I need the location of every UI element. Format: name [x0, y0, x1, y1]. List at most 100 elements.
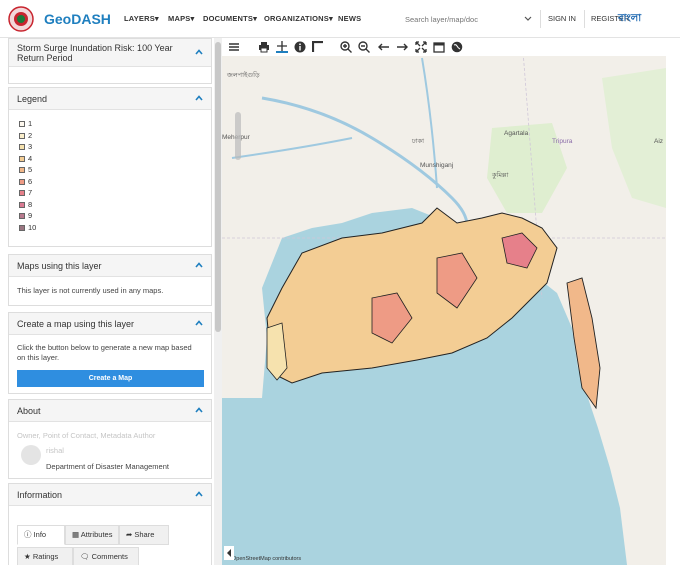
sign-in-link[interactable]: SIGN IN [548, 14, 576, 23]
legend-swatch [19, 178, 25, 185]
legend-swatch [19, 224, 25, 231]
chevron-up-icon[interactable] [195, 491, 203, 497]
map-label-dhaka: ঢাকা [412, 138, 424, 145]
chevron-up-icon[interactable] [195, 262, 203, 268]
legend-swatch [19, 190, 25, 197]
information-title: Information [17, 490, 63, 500]
inundation-zone[interactable] [266, 207, 558, 384]
tab-comments[interactable]: 🗨 Comments [73, 547, 139, 565]
panel-header[interactable]: Maps using this layer [9, 255, 211, 277]
language-toggle[interactable]: বাংলা [618, 11, 641, 28]
legend-item: 4 [19, 154, 32, 163]
divider [540, 10, 541, 28]
nav-news[interactable]: NEWS [338, 14, 361, 23]
tab-label: Info [33, 530, 47, 539]
zoom-out-icon[interactable] [358, 41, 370, 53]
layer-sidebar: Storm Surge Inundation Risk: 100 Year Re… [0, 38, 214, 565]
tab-attributes[interactable]: ▦ Attributes [65, 525, 119, 545]
map-attribution[interactable]: OpenStreetMap contributors [232, 556, 301, 562]
legend-title: Legend [17, 94, 48, 104]
collapse-sidebar-icon[interactable] [224, 546, 234, 560]
create-map-panel: Create a map using this layer Click the … [8, 312, 212, 394]
map-viewer[interactable]: জলপাইগুড়ি Meherpur Agartala Tripura Mun… [222, 38, 666, 565]
map-label-tripura: Tripura [552, 138, 573, 145]
create-map-button[interactable]: Create a Map [17, 370, 204, 387]
legend-label: 6 [28, 176, 33, 186]
legend-item: 8 [19, 200, 32, 209]
legend-item: 7 [19, 188, 32, 197]
owner-organization: Department of Disaster Management [46, 462, 169, 471]
maps-using-text: This layer is not currently used in any … [17, 286, 164, 295]
zoom-in-icon[interactable] [340, 41, 352, 53]
avatar [21, 445, 41, 465]
maps-using-title: Maps using this layer [17, 261, 102, 271]
legend-label: 9 [28, 211, 33, 220]
panel-header[interactable]: Storm Surge Inundation Risk: 100 Year Re… [9, 39, 211, 67]
tab-info[interactable]: ⓘ Info [17, 525, 65, 545]
nav-documents[interactable]: DOCUMENTS▾ [203, 14, 257, 23]
print-icon[interactable] [258, 41, 270, 53]
nav-layers[interactable]: LAYERS▾ [124, 14, 159, 23]
star-icon: ★ [24, 552, 33, 561]
legend-label: 5 [28, 165, 33, 174]
measure-icon[interactable] [312, 41, 324, 53]
calendar-icon[interactable] [433, 41, 445, 53]
search-icon[interactable] [522, 12, 534, 24]
about-title: About [17, 406, 41, 416]
map-label-munshiganj: Munshiganj [420, 162, 454, 169]
legend-label: 2 [28, 130, 33, 140]
chevron-up-icon[interactable] [195, 95, 203, 101]
tab-label: Attributes [80, 530, 113, 539]
legend-item: 6 [19, 177, 32, 186]
nav-organizations[interactable]: ORGANIZATIONS▾ [264, 14, 333, 23]
info-circle-icon[interactable] [294, 41, 306, 53]
panel-header[interactable]: Create a map using this layer [9, 313, 211, 335]
layer-title: Storm Surge Inundation Risk: 100 Year Re… [17, 43, 173, 63]
layer-title-panel: Storm Surge Inundation Risk: 100 Year Re… [8, 38, 212, 84]
menu-icon[interactable] [228, 41, 240, 53]
top-navbar: GeoDASH LAYERS▾ MAPS▾ DOCUMENTS▾ ORGANIZ… [0, 0, 680, 38]
legend-item: 10 [19, 223, 36, 232]
info-icon: ⓘ [24, 530, 34, 539]
create-map-text: Click the button below to generate a new… [17, 343, 192, 362]
basemap [222, 38, 666, 565]
globe-icon[interactable] [451, 41, 463, 53]
nav-maps[interactable]: MAPS▾ [168, 14, 194, 23]
tab-ratings[interactable]: ★ Ratings [17, 547, 73, 565]
zoom-slider[interactable] [235, 112, 241, 160]
legend-item: 3 [19, 142, 32, 151]
panel-header[interactable]: About [9, 400, 211, 422]
legend-label: 3 [28, 142, 33, 151]
brand-name[interactable]: GeoDASH [44, 11, 111, 27]
chevron-up-icon[interactable] [195, 407, 203, 413]
legend-swatch [19, 144, 25, 151]
maps-using-panel: Maps using this layer This layer is not … [8, 254, 212, 306]
legend-label: 4 [28, 153, 33, 163]
arrow-left-icon[interactable] [378, 41, 390, 53]
legend-item: 2 [19, 131, 32, 140]
legend-label: 7 [28, 188, 33, 197]
legend-panel: Legend 1 2 3 4 5 6 7 8 9 10 [8, 87, 212, 247]
chevron-up-icon[interactable] [195, 320, 203, 326]
map-label-jalpaiguri: জলপাইগুড়ি [227, 72, 260, 79]
search-input[interactable] [405, 13, 515, 25]
legend-swatch [19, 213, 25, 220]
fullscreen-icon[interactable] [415, 41, 427, 53]
map-label-aizawl: Aiz [654, 138, 664, 145]
about-panel: About Owner, Point of Contact, Metadata … [8, 399, 212, 479]
bangladesh-emblem-logo[interactable] [8, 6, 34, 32]
tab-share[interactable]: ➦ Share [119, 525, 169, 545]
panel-header[interactable]: Legend [9, 88, 211, 110]
sidebar-scrollbar-thumb[interactable] [215, 42, 221, 332]
owner-name[interactable]: rishal [46, 446, 64, 455]
legend-swatch [19, 201, 25, 208]
tab-label: Share [134, 530, 155, 539]
chevron-up-icon[interactable] [195, 49, 203, 55]
panel-header[interactable]: Information [9, 484, 211, 506]
contact-roles-text: Owner, Point of Contact, Metadata Author [17, 431, 156, 440]
pan-icon[interactable] [276, 41, 288, 53]
table-icon: ▦ [72, 530, 81, 539]
map-label-agartala: Agartala [504, 130, 529, 137]
arrow-right-icon[interactable] [396, 41, 408, 53]
comment-icon: 🗨 [80, 552, 92, 561]
